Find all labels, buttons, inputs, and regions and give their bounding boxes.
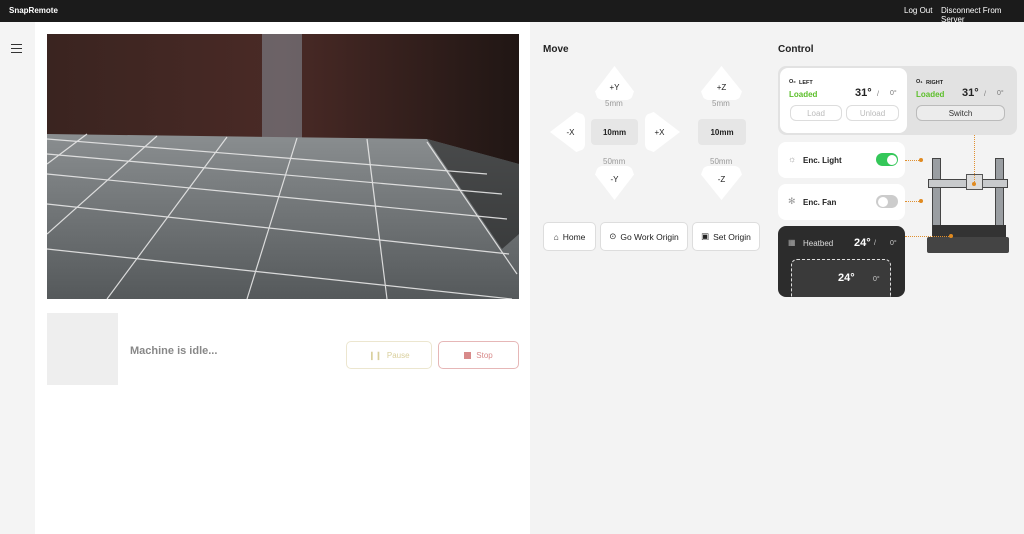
light-toggle[interactable] [876, 153, 898, 166]
left-target[interactable]: 0° [890, 90, 897, 97]
z-step-small[interactable]: 5mm [712, 99, 730, 108]
control-title: Control [778, 44, 814, 55]
logout-link[interactable]: Log Out [904, 6, 932, 15]
switch-button[interactable]: Switch [916, 105, 1005, 121]
lightbulb-icon: ☼ [788, 154, 797, 164]
z-step-large[interactable]: 50mm [710, 157, 732, 166]
hamburger-menu-icon[interactable] [11, 44, 22, 53]
set-origin-button[interactable]: ▣ Set Origin [692, 222, 760, 251]
move-title: Move [543, 44, 569, 55]
heatbed-temp: 24° [854, 237, 871, 249]
right-target[interactable]: 0° [997, 90, 1004, 97]
go-work-origin-button[interactable]: ⊙ Go Work Origin [600, 222, 688, 251]
z-step-selected[interactable]: 10mm [698, 119, 746, 145]
fan-icon: ✻ [788, 196, 796, 206]
fan-toggle[interactable] [876, 195, 898, 208]
fan-label: Enc. Fan [803, 198, 837, 207]
heatbed-target[interactable]: 0° [890, 240, 897, 247]
stop-icon [464, 351, 472, 359]
xy-step-small[interactable]: 5mm [605, 99, 623, 108]
save-icon: ▣ [701, 231, 710, 241]
left-temp: 31° [855, 87, 872, 99]
left-nozzle-icon: O₀ [789, 79, 796, 85]
stop-button[interactable]: Stop [438, 341, 519, 369]
sidebar [0, 22, 35, 534]
xy-step-large[interactable]: 50mm [603, 157, 625, 166]
set-origin-label: Set Origin [713, 231, 751, 242]
right-state: Loaded [916, 90, 945, 99]
left-extruder[interactable] [780, 68, 907, 133]
xy-step-selected[interactable]: 10mm [591, 119, 638, 145]
pause-button[interactable]: ❙❙ Pause [346, 341, 432, 369]
app-title: SnapRemote [9, 6, 58, 15]
left-label: LEFT [799, 80, 813, 86]
pause-label: Pause [386, 350, 410, 360]
machine-status: Machine is idle... [130, 345, 218, 357]
job-thumbnail [47, 313, 118, 385]
heatbed-zone-target: 0° [873, 276, 880, 283]
unload-button[interactable]: Unload [846, 105, 899, 121]
target-icon: ⊙ [609, 231, 617, 241]
pause-icon: ❙❙ [368, 350, 382, 360]
right-nozzle-icon: O₁ [916, 79, 923, 85]
go-work-origin-label: Go Work Origin [620, 231, 679, 242]
right-label: RIGHT [926, 80, 944, 86]
heatbed-zone-temp: 24° [838, 272, 855, 284]
left-slash: / [877, 91, 879, 98]
stop-label: Stop [476, 350, 493, 360]
right-slash: / [984, 91, 986, 98]
home-label: Home [562, 231, 586, 242]
left-state: Loaded [789, 90, 818, 99]
home-icon: ⌂ [553, 231, 559, 242]
heatbed-slash: / [874, 240, 876, 247]
light-label: Enc. Light [803, 156, 842, 165]
home-button[interactable]: ⌂ Home [543, 222, 596, 251]
heatbed-label: Heatbed [803, 239, 834, 248]
heatbed-icon: ▦ [788, 238, 796, 247]
load-button[interactable]: Load [790, 105, 842, 121]
top-bar: SnapRemote Log Out Disconnect From Serve… [0, 0, 1024, 24]
camera-feed [47, 34, 519, 299]
right-temp: 31° [962, 87, 979, 99]
